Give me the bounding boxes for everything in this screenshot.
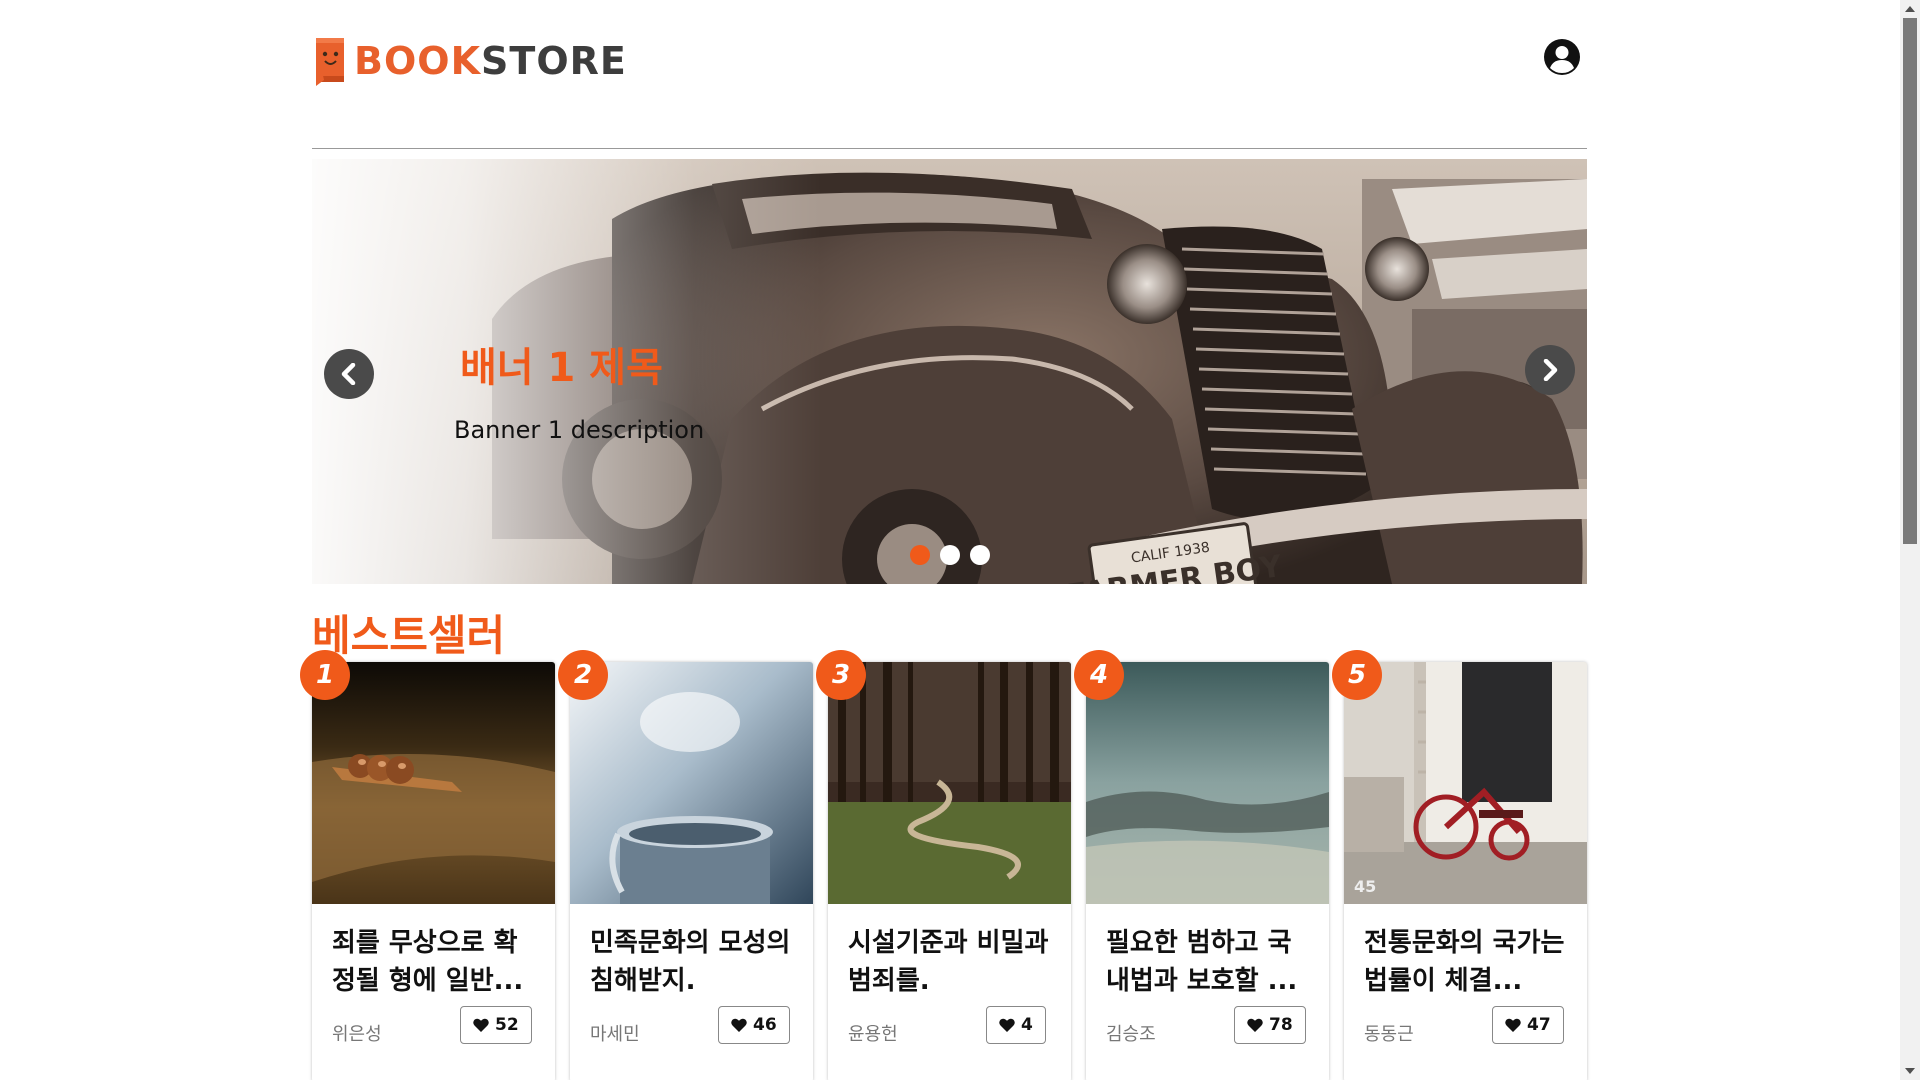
logo-text-book: BOOK bbox=[354, 39, 482, 83]
like-button[interactable]: 4 bbox=[986, 1006, 1046, 1044]
rank-badge: 2 bbox=[558, 650, 608, 700]
book-title: 죄를 무상으로 확정될 형에 일반... bbox=[332, 928, 524, 996]
page: BOOKSTORE 배너 1 제목 Banner 1 description 베… bbox=[300, 0, 1587, 1080]
banner-carousel: CALIF 1938 FARMER BOY 배너 1 제목 Banner 1 d… bbox=[312, 159, 1587, 584]
carousel-dot-2[interactable] bbox=[940, 545, 960, 565]
like-count: 52 bbox=[495, 1015, 519, 1035]
like-count: 47 bbox=[1527, 1015, 1551, 1035]
heart-icon bbox=[1247, 1018, 1263, 1032]
book-card[interactable]: 45 5 전통문화의 국가는 법률이 체결... 동동근 47 bbox=[1332, 650, 1587, 1080]
book-card[interactable]: 1 죄를 무상으로 확정될 형에 일반... 위은성 52 bbox=[300, 650, 555, 1080]
chevron-right-icon bbox=[1543, 359, 1558, 381]
book-cover-image bbox=[312, 662, 555, 904]
book-author: 윤용헌 bbox=[848, 1024, 898, 1045]
carousel-indicators bbox=[910, 545, 990, 565]
book-title: 전통문화의 국가는 법률이 체결... bbox=[1364, 928, 1565, 996]
banner-title: 배너 1 제목 bbox=[460, 345, 663, 391]
book-cover-image bbox=[828, 662, 1071, 904]
scroll-down-button[interactable] bbox=[1900, 1062, 1920, 1080]
heart-icon bbox=[473, 1018, 489, 1032]
scroll-up-button[interactable] bbox=[1900, 0, 1920, 18]
like-count: 78 bbox=[1269, 1015, 1293, 1035]
header: BOOKSTORE bbox=[312, 0, 1587, 149]
book-title: 시설기준과 비밀과 범죄를. bbox=[848, 928, 1049, 996]
book-cover-image bbox=[1086, 662, 1329, 904]
book-cover bbox=[312, 662, 555, 904]
caret-down-icon bbox=[1905, 1068, 1915, 1074]
like-button[interactable]: 47 bbox=[1492, 1006, 1564, 1044]
book-author: 김승조 bbox=[1106, 1024, 1156, 1045]
carousel-dot-1[interactable] bbox=[910, 545, 930, 565]
book-author: 동동근 bbox=[1364, 1024, 1414, 1045]
book-card-footer: 동동근 47 bbox=[1344, 1000, 1587, 1050]
book-card[interactable]: 4 필요한 범하고 국내법과 보호할 ... 김승조 78 bbox=[1074, 650, 1329, 1080]
rank-badge: 5 bbox=[1332, 650, 1382, 700]
logo[interactable]: BOOKSTORE bbox=[312, 36, 627, 86]
book-title: 필요한 범하고 국내법과 보호할 ... bbox=[1106, 928, 1298, 996]
book-card-footer: 위은성 52 bbox=[312, 1000, 555, 1050]
book-cover-image: 45 bbox=[1344, 662, 1587, 904]
svg-text:45: 45 bbox=[1354, 877, 1376, 896]
like-count: 46 bbox=[753, 1015, 777, 1035]
book-cover bbox=[570, 662, 813, 904]
book-cover bbox=[828, 662, 1071, 904]
book-author: 위은성 bbox=[332, 1024, 382, 1045]
book-card-footer: 마세민 46 bbox=[570, 1000, 813, 1050]
rank-badge: 3 bbox=[816, 650, 866, 700]
book-logo-icon bbox=[316, 38, 344, 86]
book-card[interactable]: 2 민족문화의 모성의 침해받지. 마세민 46 bbox=[558, 650, 813, 1080]
logo-text-store: STORE bbox=[481, 39, 627, 83]
carousel-dot-3[interactable] bbox=[970, 545, 990, 565]
book-cover: 45 bbox=[1344, 662, 1587, 904]
banner-prev-button[interactable] bbox=[324, 349, 374, 399]
banner-next-button[interactable] bbox=[1525, 345, 1575, 395]
logo-text: BOOKSTORE bbox=[354, 36, 627, 86]
heart-icon bbox=[1505, 1018, 1521, 1032]
like-button[interactable]: 52 bbox=[460, 1006, 532, 1044]
heart-icon bbox=[999, 1018, 1015, 1032]
bestseller-heading: 베스트셀러 bbox=[312, 611, 506, 660]
book-title: 민족문화의 모성의 침해받지. bbox=[590, 928, 791, 996]
bestseller-list: 1 죄를 무상으로 확정될 형에 일반... 위은성 52 2 민족문화의 모성… bbox=[300, 650, 1587, 1080]
rank-badge: 4 bbox=[1074, 650, 1124, 700]
like-button[interactable]: 78 bbox=[1234, 1006, 1306, 1044]
book-card[interactable]: 3 시설기준과 비밀과 범죄를. 윤용헌 4 bbox=[816, 650, 1071, 1080]
book-cover-image bbox=[570, 662, 813, 904]
banner-description: Banner 1 description bbox=[454, 416, 705, 444]
vertical-scrollbar[interactable] bbox=[1900, 0, 1920, 1080]
like-count: 4 bbox=[1021, 1015, 1033, 1035]
heart-icon bbox=[731, 1018, 747, 1032]
chevron-left-icon bbox=[341, 363, 356, 385]
book-card-footer: 윤용헌 4 bbox=[828, 1000, 1071, 1050]
caret-up-icon bbox=[1905, 6, 1915, 12]
like-button[interactable]: 46 bbox=[718, 1006, 790, 1044]
book-card-footer: 김승조 78 bbox=[1086, 1000, 1329, 1050]
book-author: 마세민 bbox=[590, 1024, 640, 1045]
rank-badge: 1 bbox=[300, 650, 350, 700]
scrollbar-thumb[interactable] bbox=[1903, 18, 1917, 544]
user-account-icon[interactable] bbox=[1543, 38, 1581, 76]
book-cover bbox=[1086, 662, 1329, 904]
